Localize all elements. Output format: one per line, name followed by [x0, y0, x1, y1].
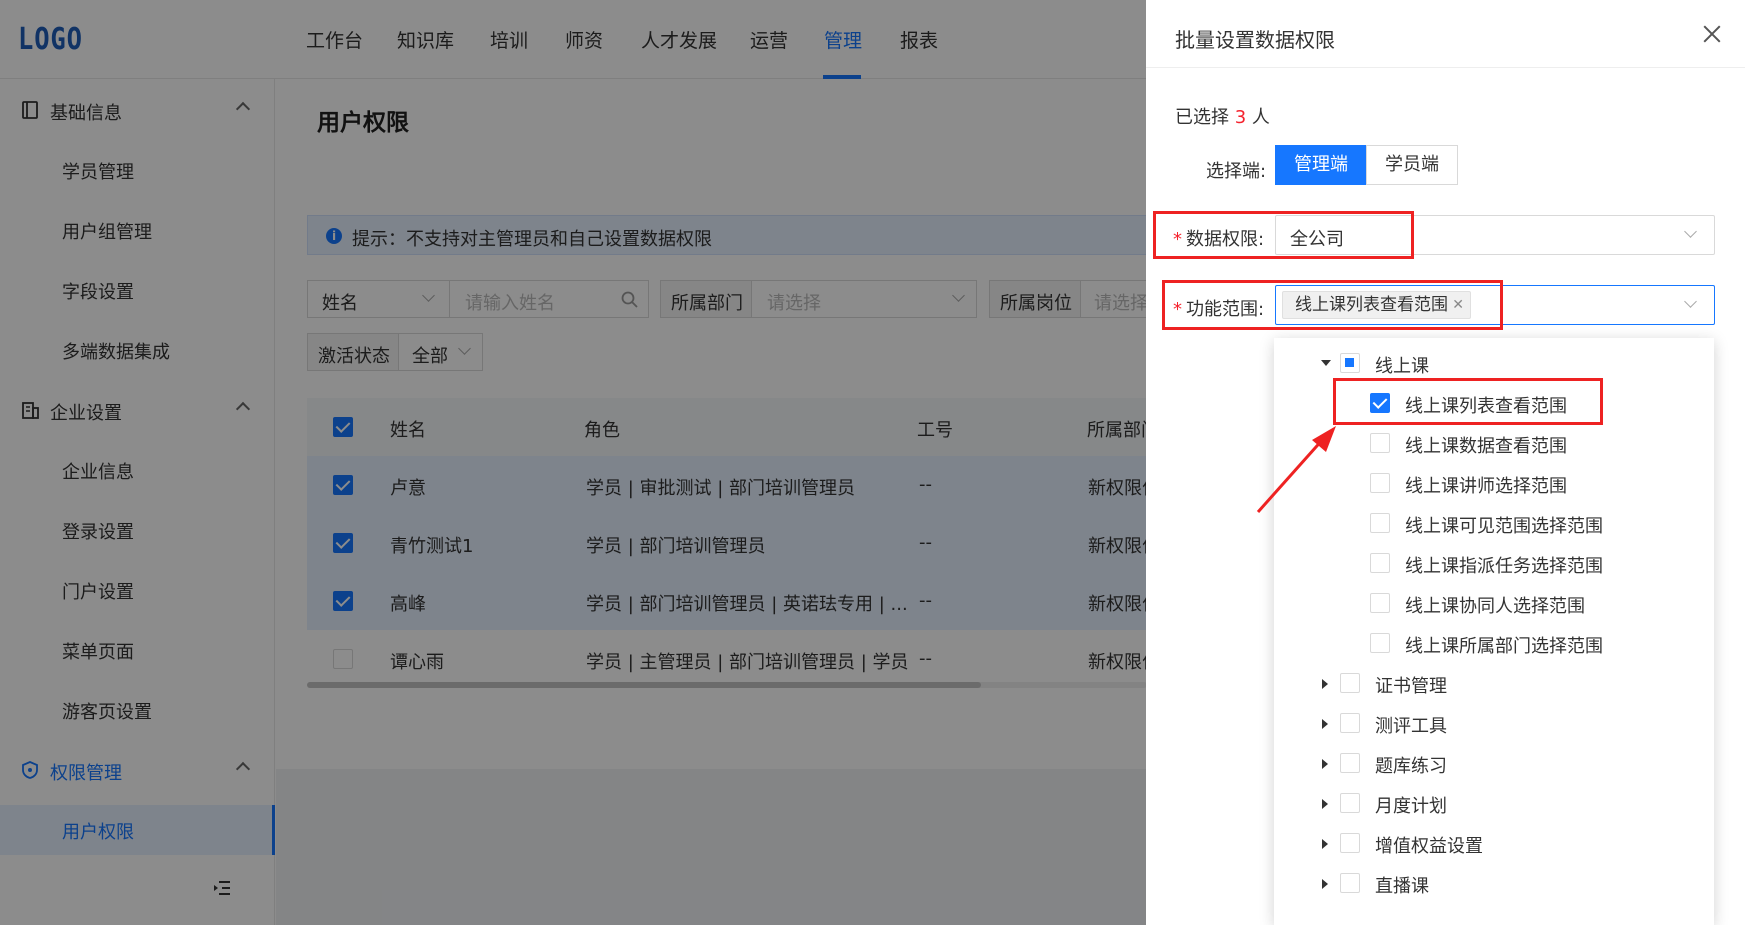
tree-checkbox[interactable]	[1340, 753, 1360, 773]
caret-right-icon[interactable]	[1322, 879, 1328, 889]
tree-node-online-data-scope[interactable]: 线上课数据查看范围	[1300, 423, 1700, 463]
caret-right-icon[interactable]	[1322, 679, 1328, 689]
selected-count-text: 已选择 3 人	[1175, 103, 1270, 129]
tree-node-label: 月度计划	[1375, 796, 1447, 817]
tree-checkbox[interactable]	[1340, 833, 1360, 853]
tree-node-certificate[interactable]: 证书管理	[1300, 663, 1700, 703]
caret-right-icon[interactable]	[1322, 759, 1328, 769]
tree-node-label: 线上课协同人选择范围	[1405, 596, 1585, 617]
chevron-down-icon	[1684, 225, 1697, 238]
tree-node-online-visible-scope[interactable]: 线上课可见范围选择范围	[1300, 503, 1700, 543]
tree-checkbox[interactable]	[1340, 873, 1360, 893]
chevron-down-icon	[1684, 295, 1697, 308]
terminal-admin-button[interactable]: 管理端	[1275, 145, 1367, 185]
tree-node-label: 线上课所属部门选择范围	[1405, 636, 1603, 657]
tree-node-label: 线上课指派任务选择范围	[1405, 556, 1603, 577]
tree-node-monthly-plan[interactable]: 月度计划	[1300, 783, 1700, 823]
highlight-func-scope	[1162, 280, 1503, 330]
tree-checkbox[interactable]	[1370, 633, 1390, 653]
tree-checkbox[interactable]	[1370, 553, 1390, 573]
tree-checkbox[interactable]	[1340, 793, 1360, 813]
tree-node-label: 题库练习	[1375, 756, 1447, 777]
tree-node-online-dept-scope[interactable]: 线上课所属部门选择范围	[1300, 623, 1700, 663]
tree-checkbox[interactable]	[1370, 433, 1390, 453]
highlight-data-scope	[1153, 211, 1414, 259]
tree-node-label: 增值权益设置	[1375, 836, 1483, 857]
drawer-divider	[1146, 67, 1745, 68]
caret-right-icon[interactable]	[1322, 799, 1328, 809]
caret-down-icon[interactable]	[1321, 360, 1331, 366]
tree-checkbox[interactable]	[1340, 353, 1360, 373]
tree-checkbox[interactable]	[1370, 593, 1390, 613]
tree-node-label: 线上课可见范围选择范围	[1405, 516, 1603, 537]
tree-node-label: 线上课数据查看范围	[1405, 436, 1567, 457]
tree-node-label: 直播课	[1375, 876, 1429, 897]
tree-node-live-course[interactable]: 直播课	[1300, 863, 1700, 903]
tree-node-online-course[interactable]: 线上课	[1300, 343, 1700, 383]
drawer-mask[interactable]	[0, 0, 1146, 925]
tree-node-label: 线上课讲师选择范围	[1405, 476, 1567, 497]
tree-node-label: 测评工具	[1375, 716, 1447, 737]
selected-suffix: 人	[1246, 107, 1270, 128]
tree-node-online-lecturer-scope[interactable]: 线上课讲师选择范围	[1300, 463, 1700, 503]
tree-node-value-added[interactable]: 增值权益设置	[1300, 823, 1700, 863]
tree-checkbox[interactable]	[1340, 673, 1360, 693]
selected-count: 3	[1234, 107, 1247, 128]
terminal-student-button[interactable]: 学员端	[1366, 145, 1458, 185]
annotation-arrow	[1256, 426, 1336, 513]
terminal-label: 选择端:	[1206, 161, 1267, 182]
caret-right-icon[interactable]	[1322, 719, 1328, 729]
close-icon[interactable]	[1700, 22, 1724, 46]
tree-node-label: 证书管理	[1375, 676, 1447, 697]
tree-node-online-collab-scope[interactable]: 线上课协同人选择范围	[1300, 583, 1700, 623]
tree-node-label: 线上课	[1375, 356, 1429, 377]
caret-right-icon[interactable]	[1322, 839, 1328, 849]
tree-node-question-bank[interactable]: 题库练习	[1300, 743, 1700, 783]
tree-node-online-assign-scope[interactable]: 线上课指派任务选择范围	[1300, 543, 1700, 583]
highlight-tree-node	[1333, 378, 1603, 425]
tree-checkbox[interactable]	[1340, 713, 1360, 733]
tree-checkbox[interactable]	[1370, 473, 1390, 493]
tree-node-assessment[interactable]: 测评工具	[1300, 703, 1700, 743]
selected-prefix: 已选择	[1175, 107, 1235, 128]
tree-checkbox[interactable]	[1370, 513, 1390, 533]
drawer-title: 批量设置数据权限	[1175, 28, 1335, 52]
